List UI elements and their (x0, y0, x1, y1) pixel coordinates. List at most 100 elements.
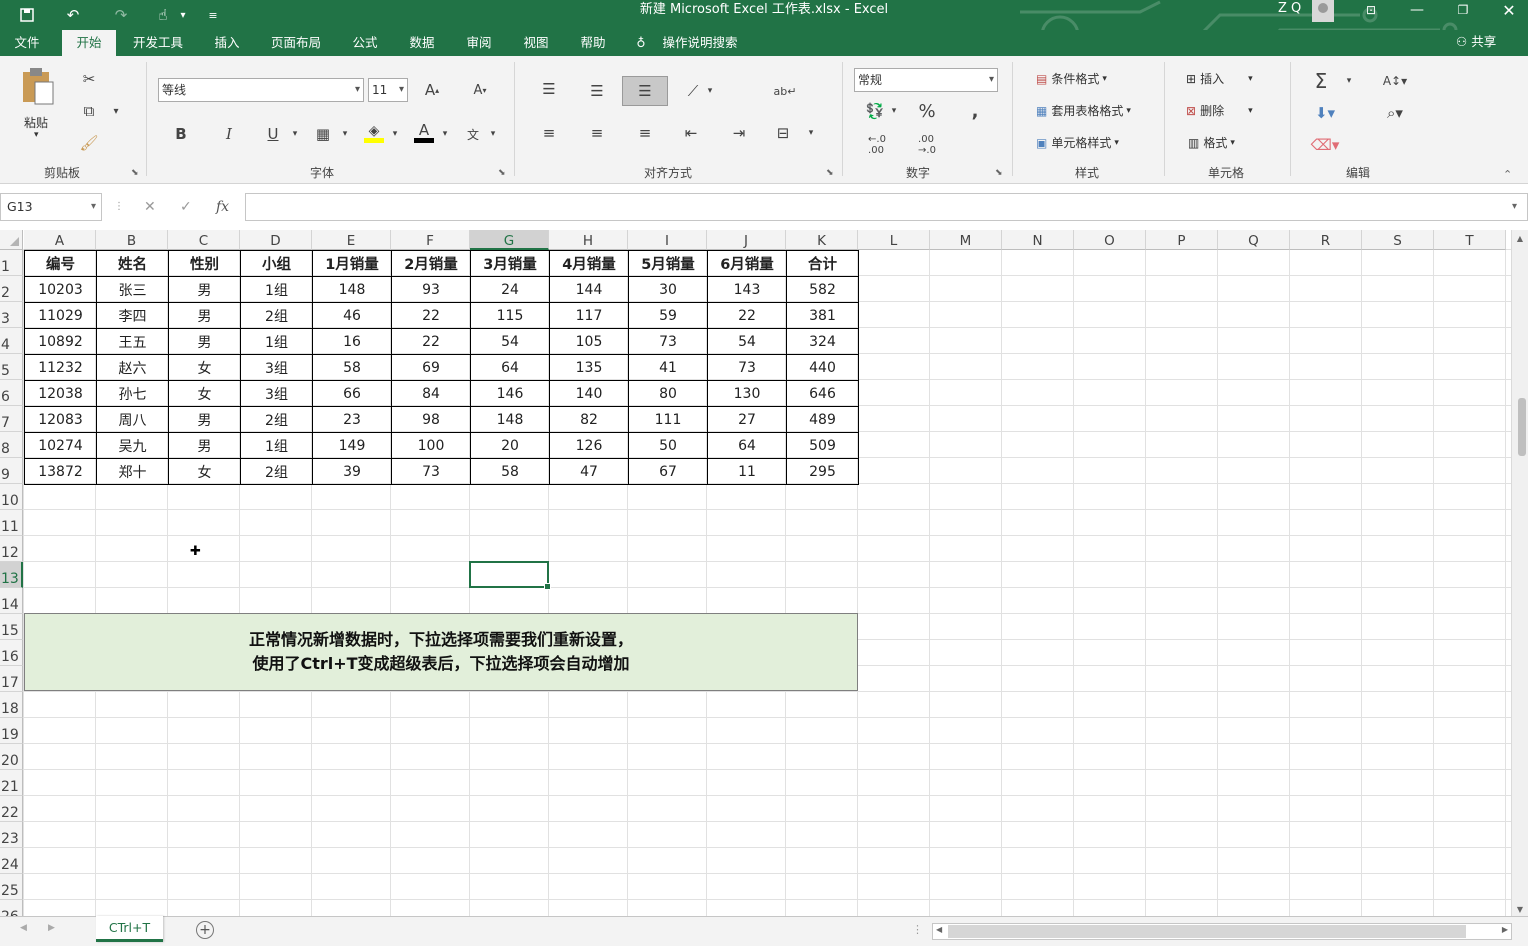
clear-icon[interactable]: ⌫▾ (1310, 132, 1340, 158)
table-cell[interactable]: 男 (168, 406, 241, 433)
vertical-scrollbar[interactable]: ▲ ▼ (1511, 230, 1528, 916)
scroll-down-icon[interactable]: ▼ (1512, 905, 1528, 914)
copy-icon[interactable]: ⧉ (78, 100, 100, 122)
row-header-16[interactable]: 16 (0, 640, 23, 666)
table-cell[interactable]: 117 (549, 302, 629, 329)
table-cell[interactable]: 54 (470, 328, 550, 355)
table-cell[interactable]: 149 (312, 432, 392, 459)
customize-toolbar-icon[interactable]: ≡ (198, 0, 228, 30)
table-cell[interactable]: 赵六 (96, 354, 169, 381)
row-header-18[interactable]: 18 (0, 692, 23, 718)
decrease-font-icon[interactable]: A ▾ (468, 78, 492, 102)
vertical-scroll-thumb[interactable] (1518, 398, 1526, 456)
row-header-10[interactable]: 10 (0, 484, 23, 510)
underline-icon[interactable]: U (262, 122, 284, 146)
table-cell[interactable]: 93 (391, 276, 471, 303)
table-cell[interactable]: 67 (628, 458, 708, 485)
table-header-cell[interactable]: 小组 (240, 250, 313, 277)
row-header-23[interactable]: 23 (0, 822, 23, 848)
horizontal-scroll-thumb[interactable] (948, 925, 1466, 938)
table-cell[interactable]: 143 (707, 276, 787, 303)
table-cell[interactable]: 41 (628, 354, 708, 381)
row-header-6[interactable]: 6 (0, 380, 23, 406)
table-header-cell[interactable]: 3月销量 (470, 250, 550, 277)
copy-dropdown-icon[interactable]: ▾ (108, 100, 124, 122)
number-launcher-icon[interactable]: ⬊ (995, 168, 1003, 178)
table-cell[interactable]: 10274 (24, 432, 97, 459)
table-cell[interactable]: 69 (391, 354, 471, 381)
table-cell[interactable]: 12083 (24, 406, 97, 433)
format-cells-button[interactable]: ▥ 格式 ▾ (1188, 134, 1235, 151)
user-name[interactable]: Z Q (1278, 0, 1301, 20)
table-cell[interactable]: 140 (549, 380, 629, 407)
row-header-5[interactable]: 5 (0, 354, 23, 380)
column-header-n[interactable]: N (1002, 230, 1074, 250)
collapse-ribbon-icon[interactable]: ⌃ (1503, 168, 1512, 181)
table-cell[interactable]: 女 (168, 380, 241, 407)
row-header-3[interactable]: 3 (0, 302, 23, 328)
row-header-15[interactable]: 15 (0, 614, 23, 640)
table-cell[interactable]: 146 (470, 380, 550, 407)
note-box[interactable]: 正常情况新增数据时，下拉选择项需要我们重新设置， 使用了Ctrl+T变成超级表后… (24, 613, 858, 691)
currency-dropdown-icon[interactable]: ▾ (888, 98, 900, 124)
column-header-g[interactable]: G (470, 230, 549, 250)
row-header-14[interactable]: 14 (0, 588, 23, 614)
format-painter-icon[interactable]: 🖌 (78, 132, 100, 154)
fill-color-dropdown-icon[interactable]: ▾ (388, 122, 402, 146)
table-header-cell[interactable]: 6月销量 (707, 250, 787, 277)
table-cell[interactable]: 82 (549, 406, 629, 433)
conditional-format-button[interactable]: ▤ 条件格式 ▾ (1036, 70, 1107, 87)
row-header-25[interactable]: 25 (0, 874, 23, 900)
table-cell[interactable]: 66 (312, 380, 392, 407)
row-header-1[interactable]: 1 (0, 250, 23, 276)
tab-developer[interactable]: 开发工具 (126, 30, 190, 56)
table-cell[interactable]: 135 (549, 354, 629, 381)
column-header-l[interactable]: L (858, 230, 930, 250)
font-launcher-icon[interactable]: ⬊ (498, 168, 506, 178)
undo-icon[interactable]: ↶ (58, 0, 88, 30)
table-cell[interactable]: 58 (312, 354, 392, 381)
tab-view[interactable]: 视图 (513, 30, 559, 56)
alignment-launcher-icon[interactable]: ⬊ (826, 168, 834, 178)
column-header-o[interactable]: O (1074, 230, 1146, 250)
sheet-tab[interactable]: CTrl+T (96, 916, 163, 942)
increase-indent-icon[interactable]: ⇥ (726, 120, 752, 146)
table-cell[interactable]: 11232 (24, 354, 97, 381)
table-header-cell[interactable]: 4月销量 (549, 250, 629, 277)
table-cell[interactable]: 郑十 (96, 458, 169, 485)
column-header-d[interactable]: D (240, 230, 312, 250)
column-header-f[interactable]: F (391, 230, 470, 250)
expand-formula-icon[interactable]: ▾ (1512, 193, 1517, 221)
close-icon[interactable]: ✕ (1486, 0, 1528, 20)
table-cell[interactable]: 509 (786, 432, 859, 459)
row-header-22[interactable]: 22 (0, 796, 23, 822)
table-cell[interactable]: 148 (312, 276, 392, 303)
table-header-cell[interactable]: 2月销量 (391, 250, 471, 277)
table-cell[interactable]: 23 (312, 406, 392, 433)
formula-input[interactable] (245, 193, 1528, 221)
table-cell[interactable]: 73 (628, 328, 708, 355)
format-as-table-button[interactable]: ▦ 套用表格格式 ▾ (1036, 102, 1131, 119)
table-cell[interactable]: 58 (470, 458, 550, 485)
find-select-icon[interactable]: ⌕▾ (1380, 100, 1410, 126)
row-header-21[interactable]: 21 (0, 770, 23, 796)
column-header-e[interactable]: E (312, 230, 391, 250)
worksheet-grid[interactable]: ABCDEFGHIJKLMNOPQRST 1 2 3 4 5 6 7 8 9 10 11 12 13 14… (0, 230, 1528, 916)
percent-icon[interactable]: % (914, 98, 940, 124)
delete-cells-button[interactable]: ⊠ 删除 ▾ (1186, 102, 1253, 119)
column-header-k[interactable]: K (786, 230, 858, 250)
table-cell[interactable]: 73 (707, 354, 787, 381)
insert-function-icon[interactable]: fx (216, 193, 229, 221)
selected-cell[interactable] (469, 561, 551, 590)
table-cell[interactable]: 11029 (24, 302, 97, 329)
table-cell[interactable]: 73 (391, 458, 471, 485)
table-header-cell[interactable]: 5月销量 (628, 250, 708, 277)
save-icon[interactable] (12, 0, 42, 30)
table-cell[interactable]: 22 (391, 328, 471, 355)
autosum-dropdown-icon[interactable]: ▾ (1342, 68, 1356, 94)
table-cell[interactable]: 王五 (96, 328, 169, 355)
align-bottom-icon[interactable]: ☰ (622, 76, 668, 106)
bold-icon[interactable]: B (170, 122, 192, 146)
merge-center-icon[interactable]: ⊟ (770, 120, 796, 146)
table-cell[interactable]: 3组 (240, 354, 313, 381)
